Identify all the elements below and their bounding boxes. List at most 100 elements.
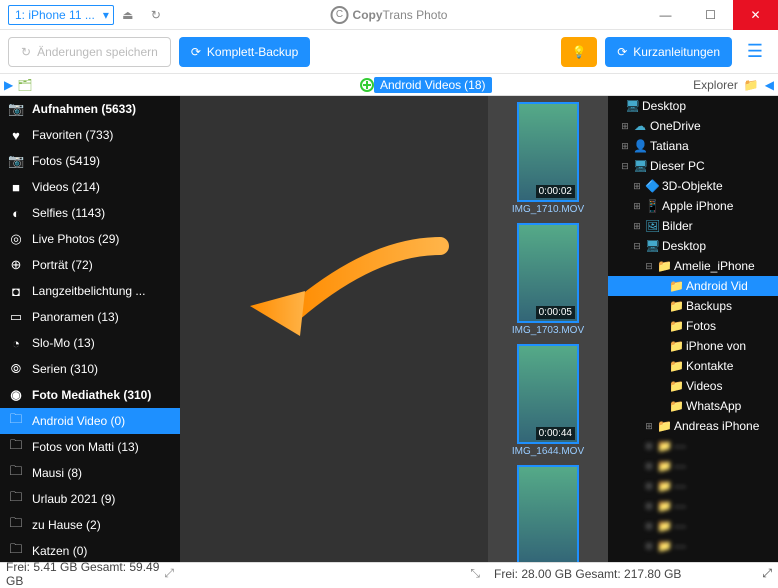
sidebar-item-label: Urlaub 2021 (9) bbox=[32, 492, 115, 506]
tree-item[interactable]: ⊟📁Amelie_iPhone bbox=[608, 256, 778, 276]
sidebar-item[interactable]: ◐Selfies (1143) bbox=[0, 200, 180, 226]
tree-item[interactable]: 📁Videos bbox=[608, 376, 778, 396]
sidebar-item[interactable]: ◘Langzeitbelichtung ... bbox=[0, 278, 180, 304]
device-selector[interactable]: 1: iPhone 11 ... bbox=[8, 5, 114, 25]
tree-item[interactable]: 📁WhatsApp bbox=[608, 396, 778, 416]
lightbulb-icon: 💡 bbox=[572, 45, 587, 59]
logo-icon: C bbox=[331, 6, 349, 24]
sidebar-item[interactable]: ⦾Serien (310) bbox=[0, 356, 180, 382]
folder-icon: 📁 bbox=[669, 379, 683, 393]
sidebar-item[interactable]: 🗀Katzen (0) bbox=[0, 538, 180, 562]
backup-icon: ⟳ bbox=[191, 45, 201, 59]
folder-icon: 📁 bbox=[669, 299, 683, 313]
sidebar-item[interactable]: 🗀zu Hause (2) bbox=[0, 512, 180, 538]
add-icon[interactable] bbox=[360, 78, 374, 92]
tree-expand-icon[interactable]: ⊞ bbox=[632, 181, 642, 192]
close-button[interactable]: ✕ bbox=[733, 0, 778, 30]
sidebar-item[interactable]: ■Videos (214) bbox=[0, 174, 180, 200]
album-icon: 🗀 bbox=[8, 410, 24, 432]
folder-tag[interactable]: Android Videos(18) bbox=[374, 77, 492, 93]
tree-item[interactable]: ⊞☁OneDrive bbox=[608, 116, 778, 136]
tree-item[interactable]: ⊞📱Apple iPhone bbox=[608, 196, 778, 216]
tree-item[interactable]: ⊟🖥Dieser PC bbox=[608, 156, 778, 176]
tree-expand-icon[interactable]: ⊞ bbox=[620, 121, 630, 132]
expand-icon[interactable]: ⤡ bbox=[470, 566, 480, 581]
tree-item[interactable]: 📁iPhone von bbox=[608, 336, 778, 356]
tree-expand-icon[interactable]: ⊞ bbox=[644, 441, 654, 452]
tree-item[interactable]: ⊞📁··· bbox=[608, 536, 778, 556]
refresh-icon[interactable]: ↻ bbox=[142, 1, 170, 29]
titlebar: 1: iPhone 11 ... ⏏ ↻ C CopyTrans Photo —… bbox=[0, 0, 778, 30]
tree-item[interactable]: ⊞📁··· bbox=[608, 496, 778, 516]
folder-icon[interactable]: 📁 bbox=[744, 78, 759, 92]
eject-icon[interactable]: ⏏ bbox=[114, 1, 142, 29]
thumbnail[interactable]: 0:00:44IMG_1644.MOV bbox=[498, 344, 598, 457]
tree-expand-icon[interactable]: ⊞ bbox=[620, 141, 630, 152]
tree-expand-icon[interactable]: ⊟ bbox=[632, 241, 642, 252]
album-icon: 🗀 bbox=[8, 436, 24, 458]
sidebar-item[interactable]: ▭Panoramen (13) bbox=[0, 304, 180, 330]
expand-icon[interactable]: ⤢ bbox=[762, 566, 772, 581]
sidebar-item[interactable]: ⊕Porträt (72) bbox=[0, 252, 180, 278]
app-title: C CopyTrans Photo bbox=[331, 6, 448, 24]
tree-item[interactable]: ⊞📁··· bbox=[608, 476, 778, 496]
sidebar-item-label: Katzen (0) bbox=[32, 544, 87, 558]
tree-item[interactable]: ⊞🖼Bilder bbox=[608, 216, 778, 236]
thumbnail[interactable]: 0:00:05IMG_1703.MOV bbox=[498, 223, 598, 336]
tree-expand-icon[interactable]: ⊞ bbox=[644, 541, 654, 552]
collapse-icon[interactable]: ◀ bbox=[765, 78, 774, 92]
tree-expand-icon[interactable]: ⊞ bbox=[632, 221, 642, 232]
video-duration: 0:00:44 bbox=[536, 427, 575, 440]
tree-item[interactable]: ⊞📁··· bbox=[608, 436, 778, 456]
album-icon: 🗀 bbox=[8, 488, 24, 510]
sidebar-item[interactable]: 🗀Android Video (0) bbox=[0, 408, 180, 434]
play-icon[interactable]: ▶ bbox=[4, 78, 13, 92]
tree-expand-icon[interactable]: ⊞ bbox=[644, 481, 654, 492]
tree-expand-icon[interactable]: ⊞ bbox=[644, 461, 654, 472]
sidebar-item-label: Mausi (8) bbox=[32, 466, 82, 480]
expand-icon[interactable]: ⤢ bbox=[164, 566, 174, 581]
tree-expand-icon[interactable]: ⊞ bbox=[632, 201, 642, 212]
sidebar-item[interactable]: ◉Foto Mediathek (310) bbox=[0, 382, 180, 408]
thumbnail[interactable]: 0:00:02IMG_1710.MOV bbox=[498, 102, 598, 215]
tree-item[interactable]: 📁Kontakte bbox=[608, 356, 778, 376]
tree-item[interactable]: ⊞📁Andreas iPhone bbox=[608, 416, 778, 436]
tree-item[interactable]: ⊞📁··· bbox=[608, 456, 778, 476]
tree-expand-icon[interactable]: ⊞ bbox=[644, 421, 654, 432]
sidebar-item[interactable]: 🗀Fotos von Matti (13) bbox=[0, 434, 180, 460]
quickstart-button[interactable]: ⟳Kurzanleitungen bbox=[605, 37, 732, 67]
save-changes-button[interactable]: ↻Änderungen speichern bbox=[8, 37, 171, 67]
full-backup-button[interactable]: ⟳Komplett-Backup bbox=[179, 37, 310, 67]
tree-item[interactable]: ⊞🔷3D-Objekte bbox=[608, 176, 778, 196]
folder-icon: 📁 bbox=[657, 479, 671, 493]
tree-item[interactable]: 🖥Desktop bbox=[608, 96, 778, 116]
album-icon[interactable]: 🗂 bbox=[17, 78, 32, 92]
sidebar-item-label: Favoriten (733) bbox=[32, 128, 113, 142]
sidebar-item[interactable]: ◎Live Photos (29) bbox=[0, 226, 180, 252]
statusbar: Frei: 5.41 GB Gesamt: 59.49 GB⤢ ⤡ Frei: … bbox=[0, 562, 778, 584]
sidebar-item[interactable]: 🗀 Urlaub 2021 (9) bbox=[0, 486, 180, 512]
minimize-button[interactable]: — bbox=[643, 0, 688, 30]
tree-item[interactable]: 📁Fotos bbox=[608, 316, 778, 336]
album-icon: ◔ bbox=[8, 336, 24, 351]
thumbnail[interactable] bbox=[498, 465, 598, 562]
tree-item-label: ··· bbox=[674, 519, 686, 533]
tree-expand-icon[interactable]: ⊞ bbox=[644, 501, 654, 512]
maximize-button[interactable]: ☐ bbox=[688, 0, 733, 30]
sidebar-item[interactable]: 📷Aufnahmen (5633) bbox=[0, 96, 180, 122]
tree-item[interactable]: ⊞📁··· bbox=[608, 516, 778, 536]
sidebar-item[interactable]: 🗀Mausi (8) bbox=[0, 460, 180, 486]
tree-expand-icon[interactable]: ⊞ bbox=[644, 521, 654, 532]
tree-expand-icon[interactable]: ⊟ bbox=[644, 261, 654, 272]
tree-item-label: Kontakte bbox=[686, 359, 733, 373]
sidebar-item[interactable]: ◔Slo-Mo (13) bbox=[0, 330, 180, 356]
tree-expand-icon[interactable]: ⊟ bbox=[620, 161, 630, 172]
sidebar-item[interactable]: 📷Fotos (5419) bbox=[0, 148, 180, 174]
sidebar-item[interactable]: ♥Favoriten (733) bbox=[0, 122, 180, 148]
tree-item[interactable]: 📁Backups bbox=[608, 296, 778, 316]
tips-button[interactable]: 💡 bbox=[561, 37, 597, 67]
menu-button[interactable]: ☰ bbox=[740, 37, 770, 67]
tree-item[interactable]: ⊟🖥Desktop bbox=[608, 236, 778, 256]
tree-item[interactable]: 📁Android Vid bbox=[608, 276, 778, 296]
tree-item[interactable]: ⊞👤Tatiana bbox=[608, 136, 778, 156]
